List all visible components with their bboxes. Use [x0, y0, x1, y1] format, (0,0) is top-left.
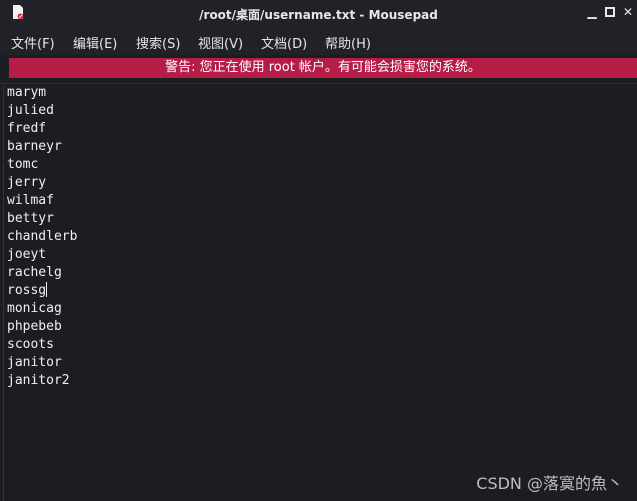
title-bar: /root/桌面/username.txt - Mousepad ▁ ✕ [0, 0, 637, 27]
menu-bar: 文件(F) 编辑(E) 搜索(S) 视图(V) 文档(D) 帮助(H) [0, 27, 637, 55]
menu-edit[interactable]: 编辑(E) [73, 33, 117, 52]
text-line[interactable]: tomc [7, 156, 38, 174]
window-title: /root/桌面/username.txt - Mousepad [199, 8, 438, 22]
text-line[interactable]: phpebeb [7, 318, 62, 336]
maximize-icon[interactable] [602, 4, 618, 20]
text-line[interactable]: rachelg [7, 264, 62, 282]
text-editor[interactable]: marym julied fredf barneyr tomc jerry wi… [3, 84, 637, 501]
close-icon[interactable]: ✕ [620, 4, 636, 20]
root-warning-banner: 警告: 您正在使用 root 帐户。有可能会损害您的系统。 [9, 58, 637, 78]
minimize-icon[interactable]: ▁ [584, 4, 600, 20]
text-line[interactable]: julied [7, 102, 54, 120]
menu-document[interactable]: 文档(D) [261, 33, 307, 52]
text-line[interactable]: barneyr [7, 138, 62, 156]
text-line[interactable]: chandlerb [7, 228, 77, 246]
text-line[interactable]: monicag [7, 300, 62, 318]
text-line[interactable]: scoots [7, 336, 54, 354]
watermark: CSDN @落寞的魚丶 [476, 474, 623, 493]
menu-help[interactable]: 帮助(H) [325, 33, 371, 52]
text-line[interactable]: janitor2 [7, 372, 70, 390]
menu-file[interactable]: 文件(F) [11, 33, 55, 52]
text-line-current[interactable]: rossg [7, 282, 48, 300]
text-line-content[interactable]: rossg [7, 283, 46, 298]
menu-search[interactable]: 搜索(S) [136, 33, 180, 52]
text-line[interactable]: fredf [7, 120, 46, 138]
text-line[interactable]: joeyt [7, 246, 46, 264]
text-line[interactable]: janitor [7, 354, 62, 372]
text-line[interactable]: jerry [7, 174, 46, 192]
menu-view[interactable]: 视图(V) [198, 33, 243, 52]
text-cursor [46, 282, 48, 297]
text-line[interactable]: wilmaf [7, 192, 54, 210]
text-line[interactable]: bettyr [7, 210, 54, 228]
text-line[interactable]: marym [7, 84, 46, 102]
